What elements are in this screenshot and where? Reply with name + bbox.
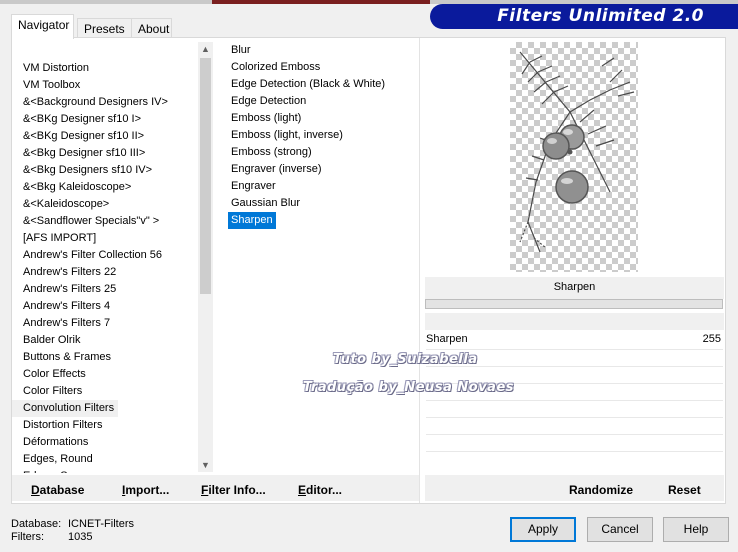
title-banner: Filters Unlimited 2.0 [430,4,738,29]
category-item[interactable]: &<Kaleidoscope> [12,196,109,213]
filter-info-button[interactable]: Filter Info... [201,483,266,497]
category-item[interactable]: &<Bkg Kaleidoscope> [12,179,131,196]
filter-item[interactable]: Emboss (light, inverse) [228,127,346,144]
filter-item[interactable]: Sharpen [228,212,276,229]
database-button-label: atabase [39,483,85,497]
filter-item[interactable]: Gaussian Blur [228,195,303,212]
category-item[interactable]: Color Filters [12,383,82,400]
filter-item[interactable]: Edge Detection (Black & White) [228,76,388,93]
reset-button[interactable]: Reset [668,483,701,497]
banner-title: Filters Unlimited 2.0 [497,6,704,26]
category-item[interactable]: [AFS IMPORT] [12,230,96,247]
category-item[interactable]: &<Bkg Designer sf10 III> [12,145,145,162]
category-list[interactable]: VM Distortion VM Toolbox &<Background Desi… [12,42,198,473]
category-item[interactable]: Edges, Square [12,468,96,473]
watermark-line-2: Tradução by_Neusa Novaes [303,380,514,395]
cancel-button[interactable]: Cancel [587,517,653,542]
tab-navigator[interactable]: Navigator [11,14,74,39]
preview-image [510,42,638,272]
randomize-button[interactable]: Randomize [569,483,633,497]
category-item[interactable]: Convolution Filters [12,400,119,417]
editor-button[interactable]: Editor... [298,483,342,497]
category-item[interactable]: VM Toolbox [12,77,80,94]
category-item[interactable]: Edges, Round [12,451,93,468]
ornament-picture [519,51,635,253]
host-window-edge [212,0,430,4]
preview-progress-box [425,299,723,309]
category-item[interactable]: &<BKg Designer sf10 I> [12,111,141,128]
category-item[interactable]: &<BKg Designer sf10 II> [12,128,144,145]
category-item[interactable]: Andrew's Filters 25 [12,281,116,298]
category-item[interactable]: Andrew's Filters 4 [12,298,110,315]
tab-presets[interactable]: Presets [77,18,132,38]
category-item[interactable]: Déformations [12,434,88,451]
category-item[interactable]: &<Background Designers IV> [12,94,168,111]
param-slot-line [426,434,723,435]
editor-button-label: ditor... [306,483,343,497]
category-scrollbar[interactable]: ▲ ▼ [198,42,213,472]
apply-button[interactable]: Apply [510,517,576,542]
scrollbar-thumb[interactable] [200,58,211,294]
help-button[interactable]: Help [663,517,729,542]
category-item[interactable]: Distortion Filters [12,417,102,434]
filter-item[interactable]: Emboss (light) [228,110,304,127]
editor-button-accel: E [298,483,307,497]
import-button[interactable]: Import... [122,483,169,497]
param-slot-line [426,451,723,452]
scroll-up-arrow-icon[interactable]: ▲ [198,42,213,56]
category-item[interactable]: VM Distortion [12,60,89,77]
param-row-sharpen[interactable]: Sharpen 255 [426,331,723,347]
import-button-label: mport... [125,483,170,497]
database-button-accel: D [31,483,40,497]
category-item[interactable]: Andrew's Filters 22 [12,264,116,281]
filters-count-label: Filters: [11,531,44,543]
filter-item[interactable]: Engraver (inverse) [228,161,324,178]
param-slot-line [426,400,723,401]
param-slot-line [426,349,723,350]
tab-about[interactable]: About [131,18,172,38]
database-info-label: Database: [11,518,62,530]
category-item[interactable]: &<Sandflower Specials"v" > [12,213,159,230]
filter-item[interactable]: Colorized Emboss [228,59,323,76]
param-slot-line [426,417,723,418]
category-item[interactable]: Balder Olrik [12,332,80,349]
database-button[interactable]: Database [31,483,84,497]
category-item[interactable]: &<Bkg Designers sf10 IV> [12,162,152,179]
param-header-area [425,313,724,330]
filters-count: Filters: 1035 [11,531,92,544]
param-value: 255 [702,333,721,345]
database-info: Database: ICNET-Filters [11,518,134,531]
filter-info-button-label: ilter Info... [208,483,266,497]
category-item[interactable]: Color Effects [12,366,86,383]
filter-item[interactable]: Blur [228,42,254,59]
watermark-line-1: Tuto by_Suizabella [333,352,478,367]
category-item[interactable]: Buttons & Frames [12,349,111,366]
param-label: Sharpen [426,333,468,345]
filter-item[interactable]: Edge Detection [228,93,309,110]
filter-list[interactable]: Blur Colorized Emboss Edge Detection (Blac… [228,42,418,242]
filter-item[interactable]: Engraver [228,178,279,195]
preview-filter-name: Sharpen [425,277,724,299]
category-item[interactable]: Andrew's Filters 7 [12,315,110,332]
panel-divider [419,38,420,503]
category-item[interactable]: Andrew's Filter Collection 56 [12,247,162,264]
filter-item[interactable]: Emboss (strong) [228,144,315,161]
filters-count-value: 1035 [68,531,93,543]
database-info-value: ICNET-Filters [68,518,134,530]
scroll-down-arrow-icon[interactable]: ▼ [198,458,213,472]
